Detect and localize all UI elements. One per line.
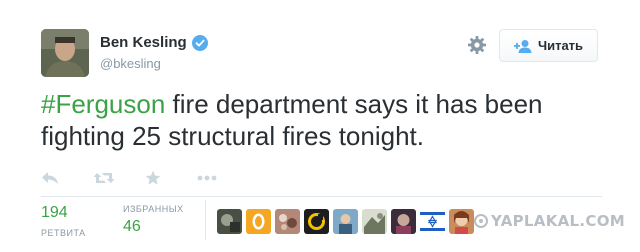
favoriter-avatar[interactable] bbox=[391, 209, 416, 234]
retweet-label: РЕТВИТА bbox=[41, 228, 86, 238]
favoriter-avatar[interactable] bbox=[246, 209, 271, 234]
site-watermark: YAPLAKAL.COM bbox=[474, 212, 625, 230]
watermark-text: YAPLAKAL.COM bbox=[491, 212, 625, 230]
reply-button[interactable] bbox=[41, 169, 63, 187]
verified-badge-icon bbox=[191, 34, 208, 51]
gear-icon[interactable] bbox=[467, 35, 487, 55]
reply-icon bbox=[42, 172, 58, 184]
favorite-count: 46 bbox=[123, 218, 141, 235]
favoriter-avatar[interactable] bbox=[449, 209, 474, 234]
add-user-icon bbox=[513, 39, 532, 53]
favoriter-avatar[interactable] bbox=[333, 209, 358, 234]
profile-avatar[interactable] bbox=[41, 29, 89, 77]
watermark-logo-icon bbox=[474, 214, 488, 228]
favorite-button[interactable] bbox=[145, 169, 167, 187]
favorite-stat[interactable]: ИЗБРАННЫХ 46 bbox=[123, 204, 184, 236]
follow-button-label: Читать bbox=[537, 38, 584, 53]
tweet-actions bbox=[41, 169, 249, 187]
favoriter-avatar[interactable] bbox=[217, 209, 242, 234]
follow-button[interactable]: Читать bbox=[499, 29, 598, 62]
more-icon bbox=[197, 175, 217, 181]
favoriter-avatar[interactable] bbox=[420, 209, 445, 234]
star-icon bbox=[145, 170, 161, 185]
favoriter-avatar[interactable] bbox=[275, 209, 300, 234]
favorite-label: ИЗБРАННЫХ bbox=[123, 204, 184, 214]
hashtag-link[interactable]: #Ferguson bbox=[41, 89, 165, 119]
user-name[interactable]: Ben Kesling bbox=[100, 34, 187, 51]
retweet-stat[interactable]: 194 РЕТВИТА bbox=[41, 204, 86, 238]
retweet-icon bbox=[93, 173, 115, 183]
more-button[interactable] bbox=[197, 169, 219, 187]
stats-separator bbox=[205, 200, 206, 240]
favoriter-avatar[interactable] bbox=[304, 209, 329, 234]
stats-divider bbox=[41, 196, 602, 197]
favoriter-avatars bbox=[217, 209, 474, 234]
retweet-button[interactable] bbox=[93, 169, 115, 187]
user-handle[interactable]: @bkesling bbox=[100, 56, 161, 71]
tweet-text: #Ferguson fire department says it has be… bbox=[41, 88, 621, 152]
favoriter-avatar[interactable] bbox=[362, 209, 387, 234]
retweet-count: 194 bbox=[41, 204, 68, 221]
